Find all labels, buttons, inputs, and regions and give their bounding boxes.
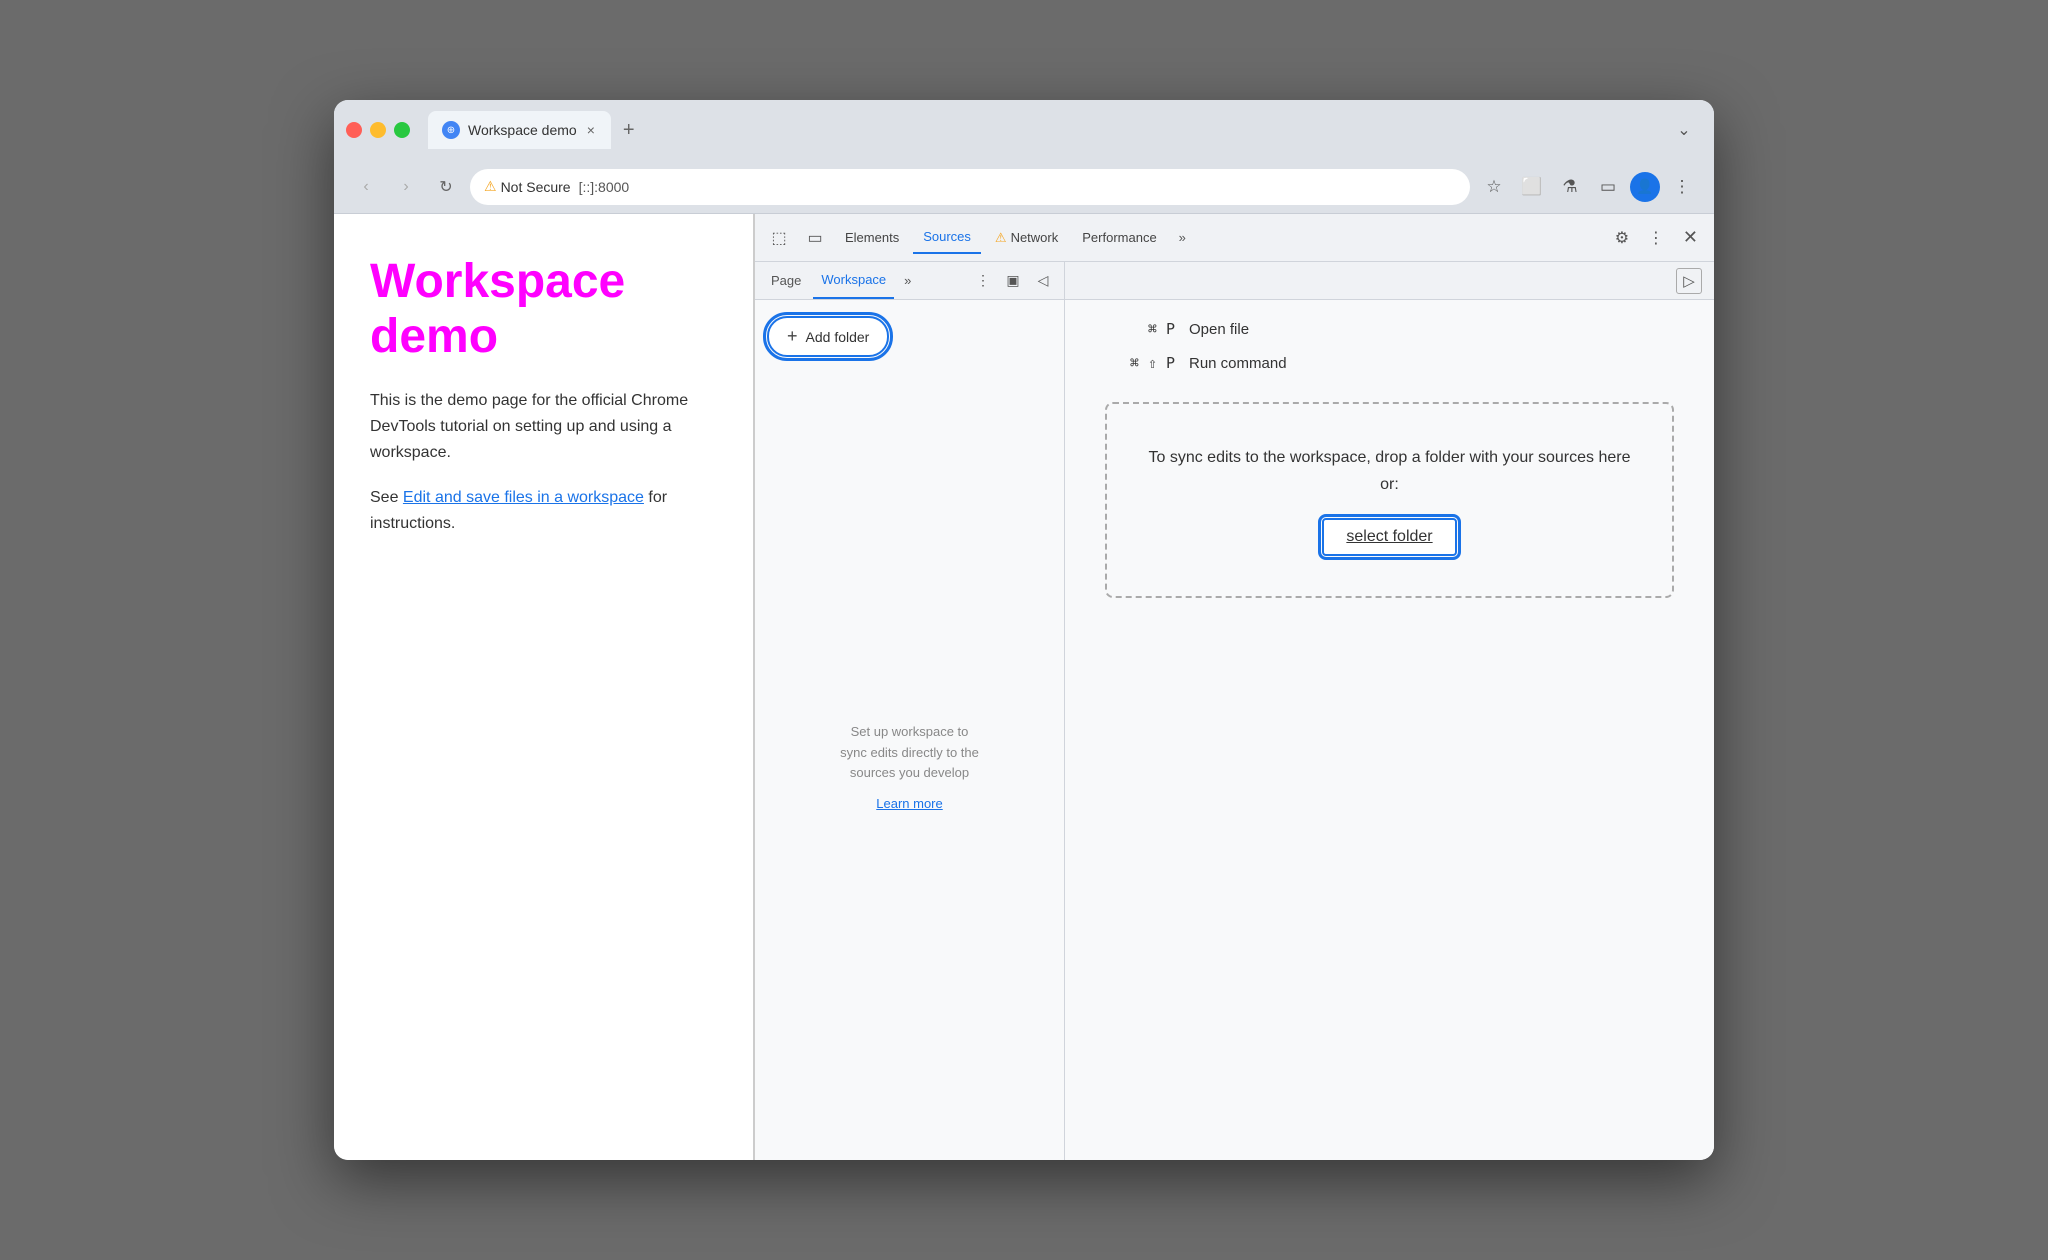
- left-tab-page[interactable]: Page: [763, 263, 809, 299]
- page-content: Workspace demo This is the demo page for…: [334, 214, 754, 1160]
- minimize-traffic-light[interactable]: [370, 122, 386, 138]
- split-screen-icon[interactable]: ▭: [1592, 171, 1624, 203]
- see-prefix: See: [370, 489, 403, 506]
- tab-elements[interactable]: Elements: [835, 222, 909, 254]
- browser-window: ⊕ Workspace demo × + ⌄ ‹ › ↻ ⚠ Not Secur…: [334, 100, 1714, 1160]
- left-panel-tree-icon[interactable]: ▣: [1000, 268, 1026, 294]
- open-file-keys: ⌘ P: [1095, 320, 1175, 338]
- bookmark-icon[interactable]: ☆: [1478, 171, 1510, 203]
- page-title: Workspace demo: [370, 254, 717, 364]
- left-panel-icons: ⋮ ▣ ◁: [970, 268, 1056, 294]
- devtools-close-button[interactable]: ✕: [1675, 223, 1706, 252]
- devtools-toolbar: ⬚ ▭ Elements Sources ⚠ Network Performan…: [755, 214, 1714, 262]
- devtools-right-panel: ▷ ⌘ P Open file ⌘ ⇧ P Run command: [1065, 262, 1714, 1160]
- main-content: Workspace demo This is the demo page for…: [334, 214, 1714, 1160]
- active-tab[interactable]: ⊕ Workspace demo ×: [428, 111, 611, 149]
- drop-zone-text: To sync edits to the workspace, drop a f…: [1137, 444, 1642, 498]
- tab-favicon: ⊕: [442, 121, 460, 139]
- devtools-more-options[interactable]: ⋮: [1641, 223, 1671, 253]
- shortcut-run-command: ⌘ ⇧ P Run command: [1095, 354, 1684, 372]
- profile-icon[interactable]: 👤: [1630, 172, 1660, 202]
- devtools-right-header: ▷: [1065, 262, 1714, 300]
- tab-sources[interactable]: Sources: [913, 222, 981, 254]
- add-folder-text: Add folder: [806, 329, 870, 345]
- new-tab-button[interactable]: +: [615, 115, 643, 146]
- devtools-left-tabs: Page Workspace » ⋮ ▣ ◁: [755, 262, 1064, 300]
- more-options-icon[interactable]: ⋮: [1666, 171, 1698, 203]
- keyboard-shortcuts: ⌘ P Open file ⌘ ⇧ P Run command: [1095, 320, 1684, 372]
- left-panel-menu-icon[interactable]: ⋮: [970, 268, 996, 294]
- close-traffic-light[interactable]: [346, 122, 362, 138]
- left-collapse-icon[interactable]: ◁: [1030, 268, 1056, 294]
- page-see: See Edit and save files in a workspace f…: [370, 485, 717, 536]
- labs-icon[interactable]: ⚗: [1554, 171, 1586, 203]
- select-folder-button[interactable]: select folder: [1322, 518, 1456, 556]
- devtools-panel: ⬚ ▭ Elements Sources ⚠ Network Performan…: [754, 214, 1714, 1160]
- workspace-empty-message: Set up workspace to sync edits directly …: [755, 373, 1064, 1160]
- tab-title: Workspace demo: [468, 122, 577, 138]
- workspace-msg-text: Set up workspace to sync edits directly …: [840, 722, 979, 784]
- add-folder-plus-icon: +: [787, 326, 798, 347]
- window-controls-icon[interactable]: ⌄: [1666, 112, 1702, 148]
- tab-bar: ⊕ Workspace demo × +: [428, 111, 1656, 149]
- open-file-label: Open file: [1189, 321, 1249, 338]
- run-command-label: Run command: [1189, 355, 1287, 372]
- maximize-traffic-light[interactable]: [394, 122, 410, 138]
- title-bar: ⊕ Workspace demo × + ⌄: [334, 100, 1714, 160]
- network-warning-icon: ⚠: [995, 230, 1007, 246]
- address-field[interactable]: ⚠ Not Secure [::]:8000: [470, 169, 1470, 205]
- title-bar-actions: ⌄: [1666, 112, 1702, 148]
- forward-button[interactable]: ›: [390, 171, 422, 203]
- url-display: [::]:8000: [579, 179, 630, 195]
- back-button[interactable]: ‹: [350, 171, 382, 203]
- tab-performance[interactable]: Performance: [1072, 222, 1166, 254]
- device-toggle-icon[interactable]: ▭: [799, 222, 831, 254]
- warning-icon: ⚠: [484, 178, 497, 195]
- run-command-keys: ⌘ ⇧ P: [1095, 354, 1175, 372]
- devtools-left-panel: Page Workspace » ⋮ ▣ ◁ + Add folder: [755, 262, 1065, 1160]
- extensions-icon[interactable]: ⬜: [1516, 171, 1548, 203]
- more-tabs-button[interactable]: »: [1171, 226, 1194, 249]
- shortcut-open-file: ⌘ P Open file: [1095, 320, 1684, 338]
- left-tab-workspace[interactable]: Workspace: [813, 263, 894, 299]
- traffic-lights: [346, 122, 410, 138]
- tab-network[interactable]: ⚠ Network: [985, 222, 1068, 254]
- workspace-link[interactable]: Edit and save files in a workspace: [403, 489, 644, 506]
- not-secure-label: Not Secure: [501, 179, 571, 195]
- inspect-element-icon[interactable]: ⬚: [763, 222, 795, 254]
- devtools-right-content: ⌘ P Open file ⌘ ⇧ P Run command To sync …: [1065, 300, 1714, 1160]
- left-more-tabs[interactable]: »: [898, 269, 917, 292]
- devtools-body: Page Workspace » ⋮ ▣ ◁ + Add folder: [755, 262, 1714, 1160]
- add-folder-button[interactable]: + Add folder: [767, 316, 889, 357]
- tab-close-button[interactable]: ×: [585, 120, 597, 140]
- refresh-button[interactable]: ↻: [430, 171, 462, 203]
- settings-icon[interactable]: ⚙: [1607, 223, 1637, 253]
- page-description: This is the demo page for the official C…: [370, 388, 717, 465]
- address-bar: ‹ › ↻ ⚠ Not Secure [::]:8000 ☆ ⬜ ⚗ ▭ 👤 ⋮: [334, 160, 1714, 214]
- right-panel-icon[interactable]: ▷: [1676, 268, 1702, 294]
- security-indicator: ⚠ Not Secure: [484, 178, 571, 195]
- drop-zone[interactable]: To sync edits to the workspace, drop a f…: [1105, 402, 1674, 598]
- address-icons: ☆ ⬜ ⚗ ▭ 👤 ⋮: [1478, 171, 1698, 203]
- learn-more-link[interactable]: Learn more: [876, 796, 942, 811]
